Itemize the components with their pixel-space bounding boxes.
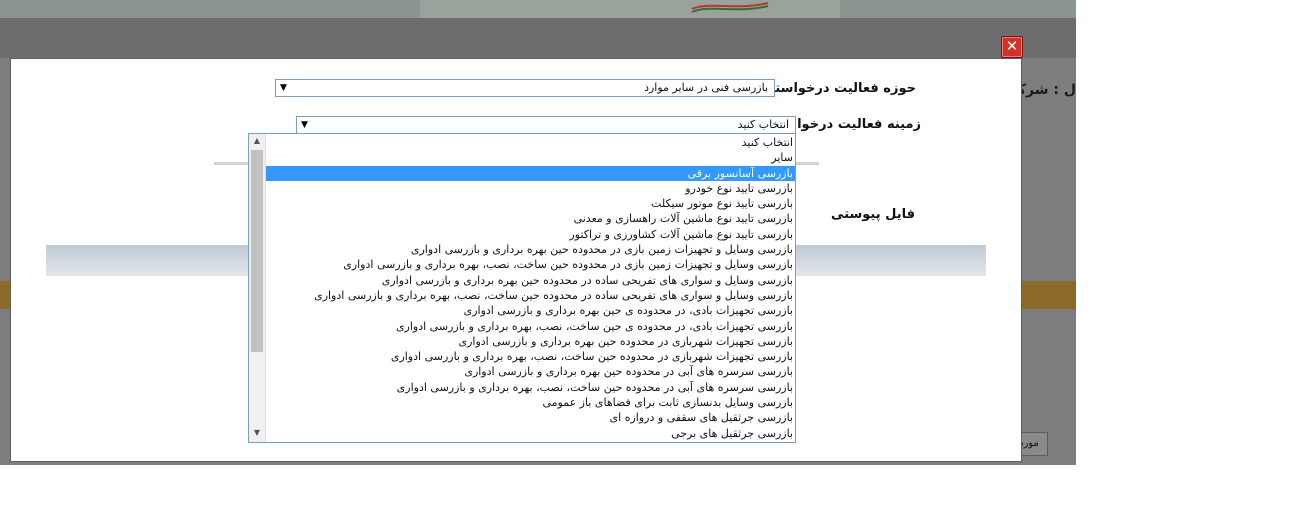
list-item[interactable]: بازرسی تایید نوع ماشین آلات کشاورزی و تر… (266, 227, 795, 242)
activity-field-dropdown-list[interactable]: ▲ ▼ انتخاب کنید سایر بازرسی آسانسور برقی… (248, 133, 796, 443)
list-item[interactable]: بازرسی سرسره های آبی در محدوده حین ساخت،… (266, 380, 795, 395)
list-item[interactable]: بازرسی وسایل و تجهیزات زمین بازی در محدو… (266, 242, 795, 257)
activity-field-value: انتخاب کنید (737, 118, 789, 131)
list-item[interactable]: بازرسی سرسره های آبی در محدوده حین بهره … (266, 364, 795, 379)
list-item[interactable]: بازرسی وسایل بدنسازی ثابت برای فضاهای با… (266, 395, 795, 410)
close-icon[interactable]: ✕ (1001, 36, 1023, 58)
list-item[interactable]: بازرسی تایید نوع خودرو (266, 181, 795, 196)
list-item[interactable]: بازرسی جرثقیل های سقفی و دروازه ای (266, 410, 795, 425)
list-item[interactable]: بازرسی تایید نوع ماشین آلات راهسازی و مع… (266, 211, 795, 226)
scroll-down-icon[interactable]: ▼ (249, 426, 265, 440)
activity-field-select[interactable]: انتخاب کنید ▼ (296, 116, 796, 134)
scroll-up-icon[interactable]: ▲ (249, 134, 265, 148)
list-item[interactable]: بازرسی آسانسور برقی (266, 165, 795, 181)
activity-area-label: حوزه فعالیت درخواستی*: (750, 81, 916, 96)
scrollbar[interactable]: ▲ ▼ (249, 134, 266, 442)
attachment-label: فایل پیوستی (831, 207, 915, 222)
dropdown-arrow-icon: ▼ (301, 120, 308, 130)
list-item[interactable]: بازرسی وسایل و تجهیزات زمین بازی در محدو… (266, 257, 795, 272)
list-item[interactable]: سایر (266, 150, 795, 165)
activity-area-value: بازرسی فنی در سایر موارد (644, 81, 768, 94)
orange-band-right (1020, 281, 1076, 309)
background-topbar (0, 18, 1076, 58)
list-item[interactable]: انتخاب کنید (266, 135, 795, 150)
list-item[interactable]: بازرسی وسایل و سواری های تفریحی ساده در … (266, 273, 795, 288)
background-right-strip (1020, 58, 1076, 465)
list-item[interactable]: بازرسی تایید نوع موتور سیکلت (266, 196, 795, 211)
list-item[interactable]: بازرسی وسایل و سواری های تفریحی ساده در … (266, 288, 795, 303)
scroll-thumb[interactable] (251, 150, 263, 352)
option-list: انتخاب کنید سایر بازرسی آسانسور برقی باز… (266, 135, 795, 441)
list-item[interactable]: بازرسی تجهیزات شهربازی در محدوده حین ساخ… (266, 349, 795, 364)
list-item[interactable]: بازرسی جرثقیل های برجی (266, 426, 795, 441)
list-item[interactable]: بازرسی تجهیزات بادی، در محدوده ی حین ساخ… (266, 319, 795, 334)
list-item[interactable]: بازرسی تجهیزات بادی، در محدوده ی حین بهر… (266, 303, 795, 318)
header-banner-center (420, 0, 840, 18)
dropdown-arrow-icon: ▼ (280, 83, 287, 93)
list-item[interactable]: بازرسی تجهیزات شهربازی در محدوده حین بهر… (266, 334, 795, 349)
flag-logo-icon (691, 2, 769, 13)
more-button[interactable]: مورد (1018, 432, 1048, 456)
activity-area-select[interactable]: بازرسی فنی در سایر موارد ▼ (275, 79, 775, 97)
